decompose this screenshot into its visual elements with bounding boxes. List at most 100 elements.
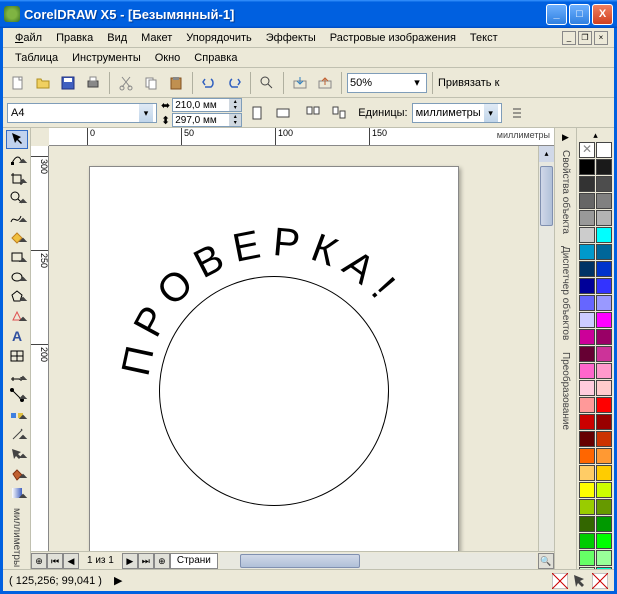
export-button[interactable] (314, 72, 336, 94)
vertical-scrollbar[interactable]: ▴ (538, 146, 554, 551)
text-tool[interactable]: A (6, 327, 28, 346)
color-swatch[interactable] (579, 414, 595, 430)
color-swatch[interactable] (596, 550, 612, 566)
color-swatch[interactable] (596, 346, 612, 362)
drawing-canvas[interactable]: ПРОВЕРКА! ▴ (49, 146, 554, 551)
landscape-button[interactable] (272, 102, 294, 124)
color-swatch[interactable] (579, 346, 595, 362)
color-swatch[interactable] (596, 210, 612, 226)
add-page-after-button[interactable]: ⊕ (154, 553, 170, 569)
new-button[interactable] (7, 72, 29, 94)
copy-button[interactable] (140, 72, 162, 94)
color-swatch[interactable] (579, 312, 595, 328)
menu-window[interactable]: Окно (149, 50, 187, 66)
color-swatch[interactable] (596, 482, 612, 498)
color-swatch[interactable] (579, 363, 595, 379)
polygon-tool[interactable] (6, 287, 28, 306)
color-swatch[interactable] (579, 482, 595, 498)
menu-arrange[interactable]: Упорядочить (180, 30, 257, 46)
menu-help[interactable]: Справка (188, 50, 243, 66)
color-swatch[interactable] (579, 159, 595, 175)
docker-object-properties[interactable]: Свойства объекта (557, 145, 574, 239)
open-button[interactable] (32, 72, 54, 94)
menu-layout[interactable]: Макет (135, 30, 178, 46)
color-swatch[interactable] (596, 516, 612, 532)
color-swatch[interactable] (579, 244, 595, 260)
menu-edit[interactable]: Правка (50, 30, 99, 46)
pick-tool[interactable] (6, 130, 28, 149)
color-swatch[interactable] (596, 244, 612, 260)
color-swatch[interactable] (596, 261, 612, 277)
dimension-tool[interactable] (6, 366, 28, 385)
save-button[interactable] (57, 72, 79, 94)
print-button[interactable] (82, 72, 104, 94)
table-tool[interactable] (6, 346, 28, 365)
menu-view[interactable]: Вид (101, 30, 133, 46)
page-width-spinner[interactable]: 210,0 мм▴▾ (172, 98, 242, 112)
color-swatch[interactable] (579, 295, 595, 311)
color-swatch[interactable] (579, 227, 595, 243)
menu-table[interactable]: Таблица (9, 50, 64, 66)
color-swatch[interactable] (596, 227, 612, 243)
doc-restore-button[interactable]: ❐ (578, 31, 592, 45)
no-color-swatch[interactable] (579, 142, 595, 158)
navigator-button[interactable]: 🔍 (538, 553, 554, 569)
paper-size-combo[interactable]: A4▾ (7, 103, 157, 123)
freehand-tool[interactable] (6, 209, 28, 228)
color-swatch[interactable] (596, 176, 612, 192)
paste-button[interactable] (165, 72, 187, 94)
outline-indicator[interactable] (572, 573, 588, 589)
color-swatch[interactable] (579, 261, 595, 277)
outline-none-indicator[interactable] (592, 573, 608, 589)
color-swatch[interactable] (579, 397, 595, 413)
color-swatch[interactable] (579, 210, 595, 226)
color-swatch[interactable] (596, 142, 612, 158)
color-swatch[interactable] (579, 278, 595, 294)
docker-object-manager[interactable]: Диспетчер объектов (557, 241, 574, 345)
interactive-fill-tool[interactable] (6, 484, 28, 503)
last-page-button[interactable]: ⏭ (138, 553, 154, 569)
undo-button[interactable] (198, 72, 220, 94)
add-page-button[interactable]: ⊕ (31, 553, 47, 569)
palette-scroll-up[interactable]: ▴ (579, 130, 612, 141)
color-swatch[interactable] (596, 397, 612, 413)
menu-effects[interactable]: Эффекты (260, 30, 322, 46)
zoom-tool[interactable] (6, 189, 28, 208)
interactive-blend-tool[interactable] (6, 405, 28, 424)
color-swatch[interactable] (596, 193, 612, 209)
first-page-button[interactable]: ⏮ (47, 553, 63, 569)
menu-text[interactable]: Текст (464, 30, 504, 46)
window-maximize-button[interactable]: □ (569, 4, 590, 25)
horizontal-scrollbar[interactable] (220, 553, 536, 569)
color-swatch[interactable] (579, 448, 595, 464)
current-page-button[interactable] (328, 102, 350, 124)
color-swatch[interactable] (579, 431, 595, 447)
basic-shapes-tool[interactable] (6, 307, 28, 326)
color-swatch[interactable] (596, 329, 612, 345)
redo-button[interactable] (223, 72, 245, 94)
color-swatch[interactable] (596, 465, 612, 481)
rectangle-tool[interactable] (6, 248, 28, 267)
horizontal-ruler[interactable]: 0 50 100 150 миллиметры (49, 128, 554, 146)
color-swatch[interactable] (579, 176, 595, 192)
color-swatch[interactable] (579, 550, 595, 566)
doc-minimize-button[interactable]: _ (562, 31, 576, 45)
color-swatch[interactable] (596, 295, 612, 311)
zoom-combo[interactable]: 50%▾ (347, 73, 427, 93)
options-button[interactable] (506, 102, 528, 124)
docker-transform[interactable]: Преобразование (557, 347, 574, 435)
color-swatch[interactable] (579, 465, 595, 481)
cut-button[interactable] (115, 72, 137, 94)
doc-close-button[interactable]: × (594, 31, 608, 45)
eyedropper-tool[interactable] (6, 425, 28, 444)
units-combo[interactable]: миллиметры▾ (412, 103, 502, 123)
menu-file[interactable]: Файл (9, 30, 48, 46)
color-swatch[interactable] (579, 499, 595, 515)
ellipse-tool[interactable] (6, 268, 28, 287)
color-swatch[interactable] (596, 159, 612, 175)
docker-expand-button[interactable]: ▶ (562, 132, 569, 143)
page-tab[interactable]: Страни (170, 553, 218, 569)
menu-bitmaps[interactable]: Растровые изображения (324, 30, 462, 46)
color-swatch[interactable] (596, 363, 612, 379)
shape-tool[interactable] (6, 150, 28, 169)
